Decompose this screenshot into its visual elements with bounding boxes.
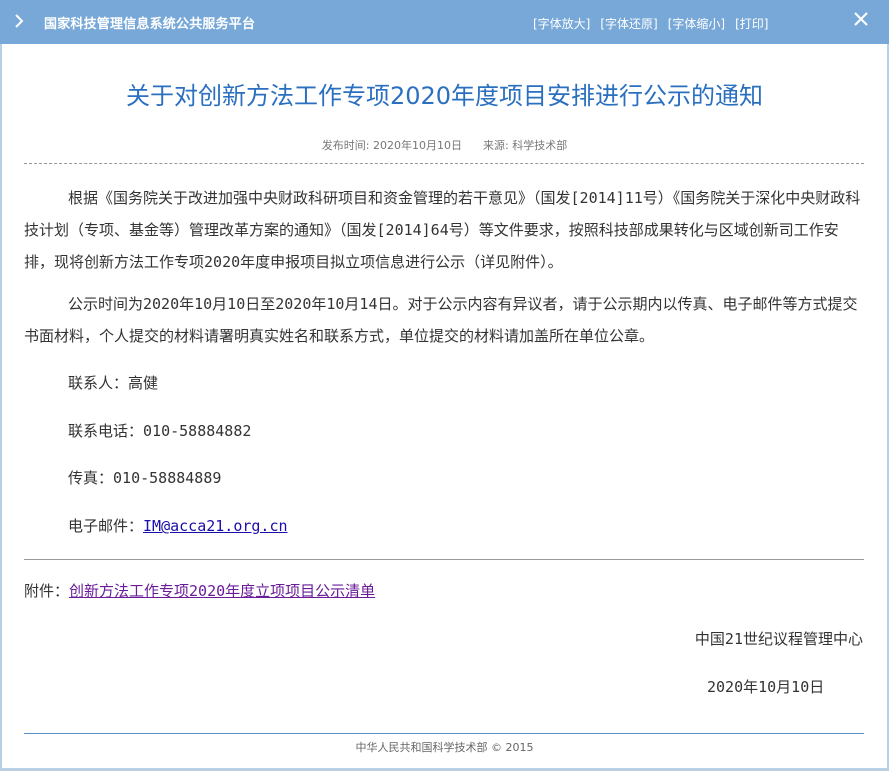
page-title: 关于对创新方法工作专项2020年度项目安排进行公示的通知	[125, 82, 764, 110]
paragraph-1: 根据《国务院关于改进加强中央财政科研项目和资金管理的若干意见》（国发[2014]…	[24, 189, 861, 271]
footer-copyright: 中华人民共和国科学技术部 © 2015	[355, 741, 534, 754]
phone-label: 联系电话：	[68, 422, 144, 440]
font-shrink-button[interactable]: [字体缩小]	[668, 15, 725, 32]
email-link[interactable]: IM@acca21.org.cn	[143, 517, 288, 535]
attachment-label: 附件：	[24, 582, 70, 600]
contact-line: 联系人：高健	[68, 372, 158, 393]
fax-line: 传真：010-58884889	[68, 467, 221, 488]
font-enlarge-button[interactable]: [字体放大]	[533, 15, 590, 32]
attachment-link[interactable]: 创新方法工作专项2020年度立项项目公示清单	[69, 582, 375, 600]
paragraph-2: 公示时间为2020年10月10日至2020年10月14日。对于公示内容有异议者，…	[24, 295, 858, 345]
attachment-line: 附件：创新方法工作专项2020年度立项项目公示清单	[24, 580, 375, 601]
publish-label: 发布时间:	[321, 139, 370, 152]
top-bar: 国家科技管理信息系统公共服务平台 [字体放大] [字体还原] [字体缩小] [打…	[0, 0, 889, 44]
footer-divider	[24, 733, 864, 734]
sign-date: 2020年10月10日	[707, 678, 825, 696]
phone-line: 联系电话：010-58884882	[68, 420, 251, 441]
source: 科学技术部	[512, 139, 568, 152]
fax-number: 010-58884889	[113, 469, 222, 487]
source-label: 来源:	[483, 139, 509, 152]
dotted-divider	[24, 163, 864, 164]
chevron-right-icon[interactable]	[12, 11, 26, 31]
toolbar: [字体放大] [字体还原] [字体缩小] [打印]	[533, 15, 769, 32]
frame-border-left	[0, 44, 2, 771]
contact-label: 联系人：	[68, 374, 129, 392]
email-line: 电子邮件：IM@acca21.org.cn	[68, 515, 288, 536]
email-label: 电子邮件：	[68, 517, 144, 535]
article-meta: 发布时间: 2020年10月10日 来源: 科学技术部	[0, 137, 889, 153]
contact-name: 高健	[128, 374, 159, 392]
site-name: 国家科技管理信息系统公共服务平台	[44, 17, 256, 32]
publish-date: 2020年10月10日	[373, 139, 462, 152]
font-reset-button[interactable]: [字体还原]	[600, 15, 657, 32]
close-icon[interactable]	[852, 10, 870, 28]
organization: 中国21世纪议程管理中心	[694, 630, 863, 648]
fax-label: 传真：	[68, 469, 114, 487]
phone-number: 010-58884882	[143, 422, 252, 440]
print-button[interactable]: [打印]	[735, 15, 768, 32]
divider	[24, 559, 864, 560]
